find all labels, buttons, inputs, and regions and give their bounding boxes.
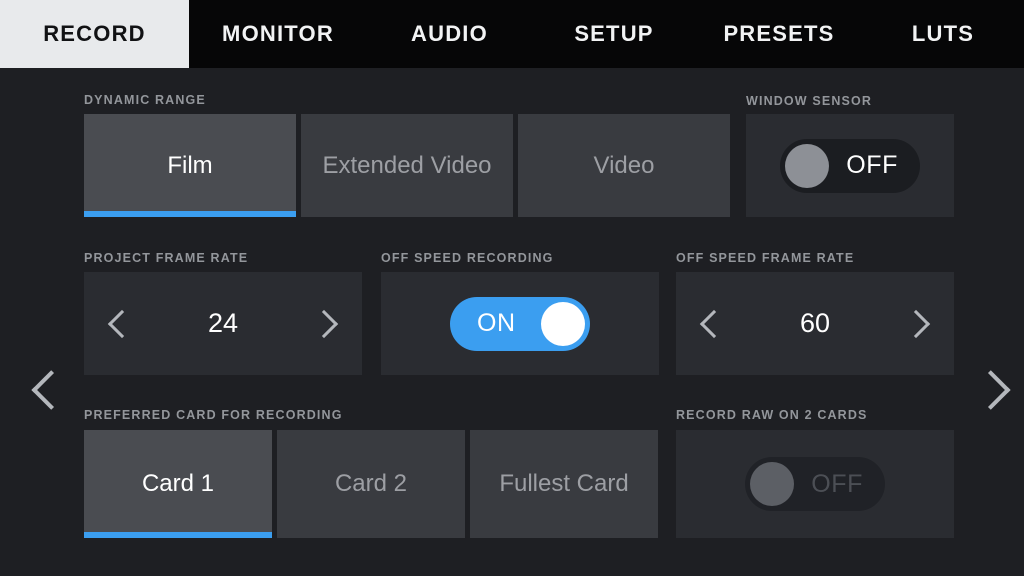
window-sensor-panel: OFF: [746, 114, 954, 217]
tab-luts-label: LUTS: [911, 21, 975, 46]
dynamic-range-option-video-label: Video: [593, 151, 655, 179]
tab-presets-label: PRESETS: [723, 21, 835, 46]
tab-record[interactable]: RECORD: [0, 0, 189, 68]
preferred-card-label: PREFERRED CARD FOR RECORDING: [84, 408, 343, 422]
window-sensor-toggle[interactable]: OFF: [780, 138, 920, 193]
dynamic-range-option-film-label: Film: [167, 151, 213, 179]
window-sensor-toggle-state: OFF: [846, 151, 898, 179]
tab-monitor-label: MONITOR: [222, 21, 334, 46]
dynamic-range-option-film[interactable]: Film: [84, 114, 296, 217]
tab-luts[interactable]: LUTS: [862, 0, 1024, 68]
main-tab-bar: RECORD MONITOR AUDIO SETUP PRESETS LUTS: [0, 0, 1024, 68]
tab-audio[interactable]: AUDIO: [367, 0, 532, 68]
project-frame-rate-stepper: 24: [84, 272, 362, 375]
camera-settings-screen: RECORD MONITOR AUDIO SETUP PRESETS LUTS …: [0, 0, 1024, 576]
next-page-chevron-right-icon[interactable]: [972, 360, 1018, 420]
off-speed-frame-rate-stepper: 60: [676, 272, 954, 375]
preferred-card-option-card-2-label: Card 2: [334, 470, 408, 497]
preferred-card-option-card-2[interactable]: Card 2: [277, 430, 465, 538]
dynamic-range-option-video[interactable]: Video: [518, 114, 730, 217]
tab-setup-label: SETUP: [574, 21, 654, 46]
record-raw-2-cards-toggle[interactable]: OFF: [745, 457, 885, 511]
project-frame-rate-value: 24: [207, 308, 239, 338]
tab-monitor[interactable]: MONITOR: [189, 0, 367, 68]
record-raw-2-cards-label: RECORD RAW ON 2 CARDS: [676, 408, 868, 422]
off-speed-frame-rate-increment-icon[interactable]: [906, 302, 932, 346]
off-speed-frame-rate-decrement-icon[interactable]: [698, 302, 724, 346]
dynamic-range-option-extended-video-label: Extended Video: [322, 151, 492, 179]
off-speed-recording-toggle[interactable]: ON: [450, 296, 590, 351]
preferred-card-option-card-1-label: Card 1: [141, 470, 215, 497]
off-speed-frame-rate-value: 60: [799, 308, 831, 338]
record-raw-2-cards-toggle-state: OFF: [811, 469, 863, 498]
record-settings-panel: DYNAMIC RANGE Film Extended Video Video …: [0, 68, 1024, 576]
project-frame-rate-decrement-icon[interactable]: [106, 302, 132, 346]
window-sensor-label: WINDOW SENSOR: [746, 94, 873, 108]
tab-audio-label: AUDIO: [411, 21, 488, 46]
record-raw-2-cards-panel: OFF: [676, 430, 954, 538]
preferred-card-option-fullest-card[interactable]: Fullest Card: [470, 430, 658, 538]
tab-setup[interactable]: SETUP: [532, 0, 696, 68]
off-speed-recording-label: OFF SPEED RECORDING: [381, 251, 554, 265]
dynamic-range-label: DYNAMIC RANGE: [84, 93, 206, 107]
dynamic-range-option-extended-video[interactable]: Extended Video: [301, 114, 513, 217]
off-speed-recording-panel: ON: [381, 272, 659, 375]
off-speed-recording-toggle-state: ON: [477, 309, 516, 337]
off-speed-recording-toggle-knob: [541, 301, 585, 346]
window-sensor-toggle-knob: [785, 143, 829, 188]
tab-presets[interactable]: PRESETS: [696, 0, 862, 68]
tab-record-label: RECORD: [43, 21, 146, 46]
previous-page-chevron-left-icon[interactable]: [24, 360, 70, 420]
project-frame-rate-increment-icon[interactable]: [314, 302, 340, 346]
preferred-card-option-card-1[interactable]: Card 1: [84, 430, 272, 538]
preferred-card-option-fullest-card-label: Fullest Card: [499, 470, 629, 497]
record-raw-2-cards-toggle-knob: [750, 462, 794, 506]
project-frame-rate-label: PROJECT FRAME RATE: [84, 251, 249, 265]
off-speed-frame-rate-label: OFF SPEED FRAME RATE: [676, 251, 855, 265]
